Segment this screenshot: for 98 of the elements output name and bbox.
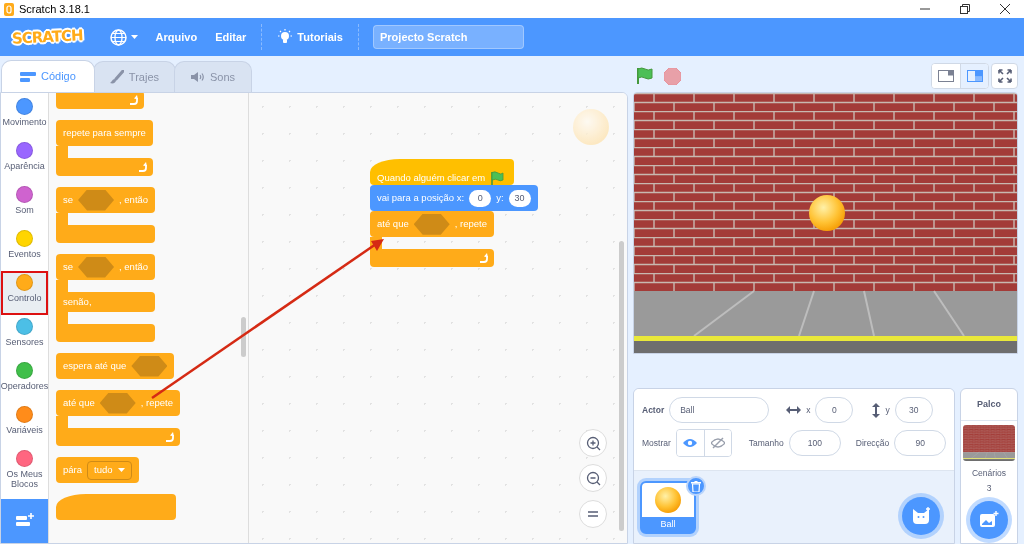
code-block[interactable]: repete para sempre xyxy=(56,120,153,146)
field-label: y xyxy=(885,403,890,417)
field-label: x xyxy=(806,403,811,417)
globe-icon xyxy=(109,28,127,46)
bulb-icon xyxy=(277,29,294,45)
y-field[interactable]: 30 xyxy=(894,397,933,423)
field-label: Cenários xyxy=(972,467,1006,480)
add-backdrop-button[interactable] xyxy=(970,501,1008,539)
zoom-out-icon xyxy=(585,470,601,486)
sprite-tile[interactable]: Ball xyxy=(640,481,696,534)
brush-icon xyxy=(109,70,124,84)
hide-button[interactable] xyxy=(703,430,731,456)
number-input[interactable]: 0 xyxy=(469,189,492,207)
block-label: se xyxy=(63,259,74,274)
ball-icon xyxy=(573,109,609,145)
fullscreen-button[interactable] xyxy=(991,63,1018,89)
delete-button[interactable] xyxy=(686,476,706,496)
close-icon[interactable] xyxy=(1000,4,1010,14)
backdrop-count: 3 xyxy=(986,481,992,495)
fullscreen-icon xyxy=(997,69,1012,83)
block-label: , repete xyxy=(454,217,487,232)
category-item[interactable]: Controlo xyxy=(1,271,48,315)
code-block[interactable]: espera até que xyxy=(56,353,175,379)
stop-button[interactable] xyxy=(661,67,684,85)
loop-arrow-icon xyxy=(128,95,138,105)
field-label: Tamanho xyxy=(748,436,784,450)
cat-icon xyxy=(911,507,931,525)
block-label: , então xyxy=(119,259,149,274)
code-block[interactable]: pára tudo xyxy=(56,457,139,483)
loop-arrow-icon xyxy=(136,162,147,172)
field-label: Direcção xyxy=(855,436,890,450)
number-input[interactable]: 30 xyxy=(508,189,531,207)
sprite-name-field[interactable]: Ball xyxy=(669,397,770,423)
horizontal-arrows-icon xyxy=(786,406,802,414)
zoom-in-button[interactable] xyxy=(579,429,607,457)
backdrop-icon xyxy=(979,511,999,529)
reset-zoom-button[interactable] xyxy=(579,500,607,528)
tutorials-button[interactable]: Tutoriais xyxy=(268,18,352,56)
ball-icon xyxy=(655,487,681,513)
zoom-in-icon xyxy=(585,435,601,451)
loop-arrow-icon xyxy=(477,253,488,264)
block-label: até que xyxy=(377,217,409,232)
scratch-logo[interactable]: SCRATCH xyxy=(11,23,84,51)
field-label: Mostrar xyxy=(642,436,671,450)
block-label: y: xyxy=(496,191,504,206)
block-label: repete para sempre xyxy=(63,125,146,140)
block-label: Quando alguém clicar em xyxy=(377,171,486,185)
block-label: , repete xyxy=(140,395,173,410)
caret-icon xyxy=(130,35,138,39)
block-label: até que xyxy=(63,395,95,410)
code-block[interactable]: se , então xyxy=(56,187,156,213)
code-block[interactable]: Quando alguém clicar em xyxy=(370,159,515,186)
eye-icon xyxy=(683,438,698,448)
menu-item[interactable]: Editar xyxy=(206,18,256,56)
panel-title: Palco xyxy=(961,389,1017,421)
stop-icon xyxy=(664,67,681,85)
normal-stage-icon xyxy=(966,70,983,82)
direction-field[interactable]: 90 xyxy=(894,430,947,456)
block-label: vai para a posição x: xyxy=(377,191,465,206)
add-sprite-button[interactable] xyxy=(902,497,940,535)
block-label: pára xyxy=(63,462,82,477)
extension-button[interactable] xyxy=(1,499,48,543)
tab[interactable]: Código xyxy=(1,60,95,92)
scrollbar[interactable] xyxy=(619,241,624,531)
vertical-arrows-icon xyxy=(872,402,881,418)
block-footer[interactable] xyxy=(56,93,144,109)
zoom-out-button[interactable] xyxy=(579,464,607,492)
caret-icon xyxy=(117,468,125,472)
else-row[interactable]: senão, xyxy=(56,292,156,312)
scrollbar[interactable] xyxy=(241,317,246,357)
window-title: Scratch 3.18.1 xyxy=(19,1,90,17)
x-field[interactable]: 0 xyxy=(815,397,854,423)
flag-icon xyxy=(636,67,654,85)
restore-icon[interactable] xyxy=(960,4,970,14)
extension-icon xyxy=(14,513,35,529)
field-label: Actor xyxy=(642,403,665,417)
code-icon xyxy=(20,70,36,83)
block-label: espera até que xyxy=(63,358,127,373)
size-field[interactable]: 100 xyxy=(788,430,841,456)
trash-icon xyxy=(691,480,701,492)
speaker-icon xyxy=(191,71,205,83)
code-block[interactable]: até que , repete xyxy=(56,390,180,416)
menu-item[interactable]: Arquivo xyxy=(146,18,207,56)
code-block[interactable]: vai para a posição x: 0 y: 30 xyxy=(370,185,538,212)
block-label: , então xyxy=(119,192,149,207)
loop-arrow-icon xyxy=(163,432,174,442)
small-stage-icon xyxy=(938,70,954,82)
hidden-eye-icon xyxy=(710,437,725,449)
code-block[interactable]: até que , repete xyxy=(370,211,494,238)
block-footer[interactable] xyxy=(370,249,494,268)
tab[interactable]: Trajes xyxy=(92,61,176,92)
code-block[interactable] xyxy=(56,494,176,520)
code-block[interactable]: se , então xyxy=(56,254,156,280)
dropdown-field[interactable]: tudo xyxy=(87,460,132,480)
tab[interactable]: Sons xyxy=(174,61,253,92)
block-footer[interactable] xyxy=(56,158,153,176)
block-label: se xyxy=(63,192,74,207)
flag-icon xyxy=(490,171,505,186)
